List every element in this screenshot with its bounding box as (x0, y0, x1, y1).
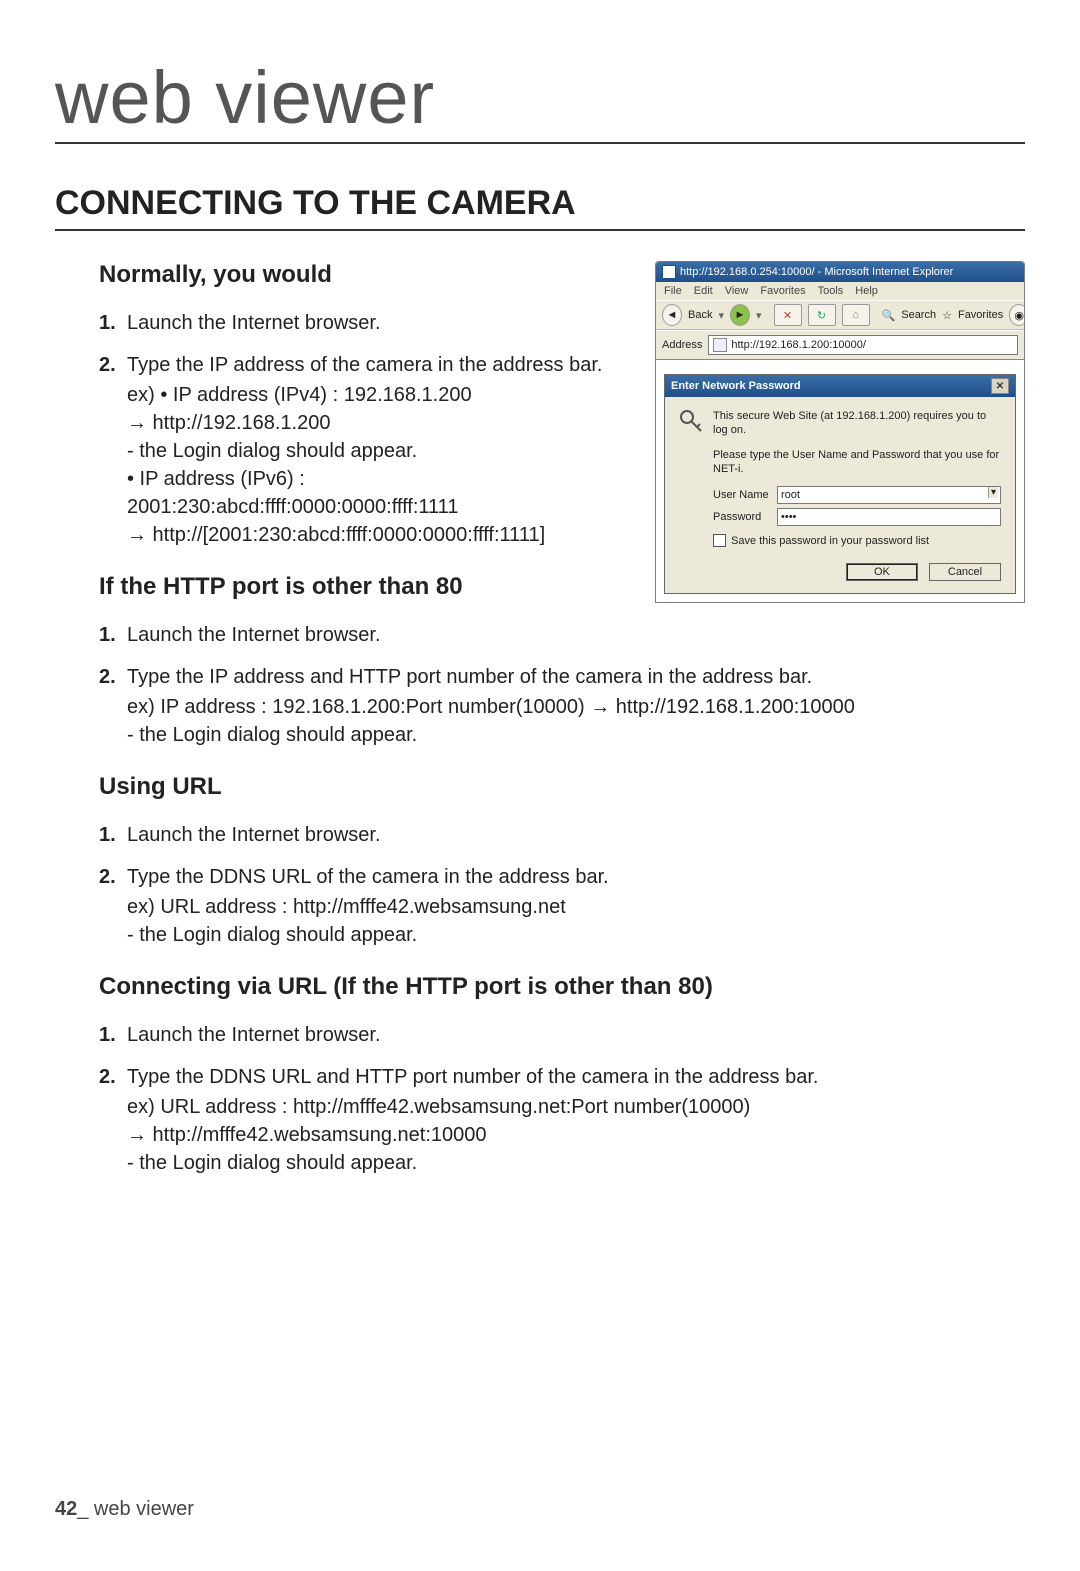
menu-item[interactable]: Favorites (760, 285, 805, 297)
section-usingurl-title: Using URL (99, 773, 1025, 801)
favorites-label: Favorites (958, 309, 1003, 321)
search-icon[interactable]: 🔍 (882, 309, 896, 322)
username-input[interactable]: root (777, 486, 1001, 504)
steps-usingurl: 1. Launch the Internet browser. 2. Type … (99, 821, 1025, 949)
list-item: 2. Type the DDNS URL of the camera in th… (99, 863, 1025, 949)
auth-dialog: Enter Network Password ✕ (664, 374, 1016, 594)
menu-item[interactable]: Edit (694, 285, 713, 297)
cancel-button[interactable]: Cancel (929, 563, 1001, 581)
menu-item[interactable]: Help (855, 285, 878, 297)
search-label: Search (901, 309, 936, 321)
address-input[interactable]: http://192.168.1.200:10000/ (708, 335, 1018, 355)
steps-httpport: 1. Launch the Internet browser. 2. Type … (99, 621, 1025, 749)
auth-msg-1: This secure Web Site (at 192.168.1.200) … (713, 409, 1001, 438)
section-httpport-title: If the HTTP port is other than 80 (99, 573, 625, 601)
media-button[interactable]: ◉ (1009, 304, 1025, 326)
username-label: User Name (713, 489, 771, 501)
list-item: 2. Type the IP address and HTTP port num… (99, 663, 1025, 749)
ie-menubar: File Edit View Favorites Tools Help (656, 282, 1024, 300)
list-item: 1. Launch the Internet browser. (99, 821, 1025, 849)
ie-title-text: http://192.168.0.254:10000/ - Microsoft … (680, 266, 953, 278)
section-normally-title: Normally, you would (99, 261, 625, 289)
chapter-title: CONNECTING TO THE CAMERA (55, 184, 1025, 231)
ie-titlebar: http://192.168.0.254:10000/ - Microsoft … (656, 262, 1024, 282)
menu-item[interactable]: View (725, 285, 749, 297)
refresh-button[interactable]: ↻ (808, 304, 836, 326)
list-item: 1. Launch the Internet browser. (99, 621, 1025, 649)
section-connecturl-title: Connecting via URL (If the HTTP port is … (99, 973, 1025, 1001)
password-label: Password (713, 511, 771, 523)
stop-button[interactable]: ✕ (774, 304, 802, 326)
list-item: 1. Launch the Internet browser. (99, 309, 625, 337)
favorites-icon[interactable]: ☆ (942, 309, 952, 322)
home-button[interactable]: ⌂ (842, 304, 870, 326)
steps-normally: 1. Launch the Internet browser. 2. Type … (99, 309, 625, 549)
address-label: Address (662, 339, 702, 351)
list-item: 2. Type the DDNS URL and HTTP port numbe… (99, 1063, 1025, 1177)
menu-item[interactable]: File (664, 285, 682, 297)
ie-toolbar: ◄ Back ▾ ► ▾ ✕ ↻ ⌂ 🔍 Search ☆ Favorites … (656, 300, 1024, 330)
auth-msg-2: Please type the User Name and Password t… (713, 448, 1001, 477)
ie-addressbar: Address http://192.168.1.200:10000/ (656, 330, 1024, 360)
forward-button[interactable]: ► (730, 304, 750, 326)
password-input[interactable]: •••• (777, 508, 1001, 526)
auth-dialog-title: Enter Network Password ✕ (665, 375, 1015, 397)
list-item: 2. Type the IP address of the camera in … (99, 351, 625, 549)
back-label: Back (688, 309, 712, 321)
menu-item[interactable]: Tools (818, 285, 844, 297)
ie-page-icon (713, 338, 727, 352)
close-icon[interactable]: ✕ (991, 378, 1009, 394)
steps-connecturl: 1. Launch the Internet browser. 2. Type … (99, 1021, 1025, 1177)
page-top-title: web viewer (55, 55, 1025, 144)
back-button[interactable]: ◄ (662, 304, 682, 326)
list-item: 1. Launch the Internet browser. (99, 1021, 1025, 1049)
page-footer: 42_ web viewer (55, 1498, 194, 1521)
save-password-label: Save this password in your password list (731, 535, 929, 547)
ie-app-icon (662, 265, 676, 279)
key-icon (679, 409, 703, 437)
ok-button[interactable]: OK (846, 563, 918, 581)
save-password-checkbox[interactable] (713, 534, 726, 547)
ie-window: http://192.168.0.254:10000/ - Microsoft … (655, 261, 1025, 603)
